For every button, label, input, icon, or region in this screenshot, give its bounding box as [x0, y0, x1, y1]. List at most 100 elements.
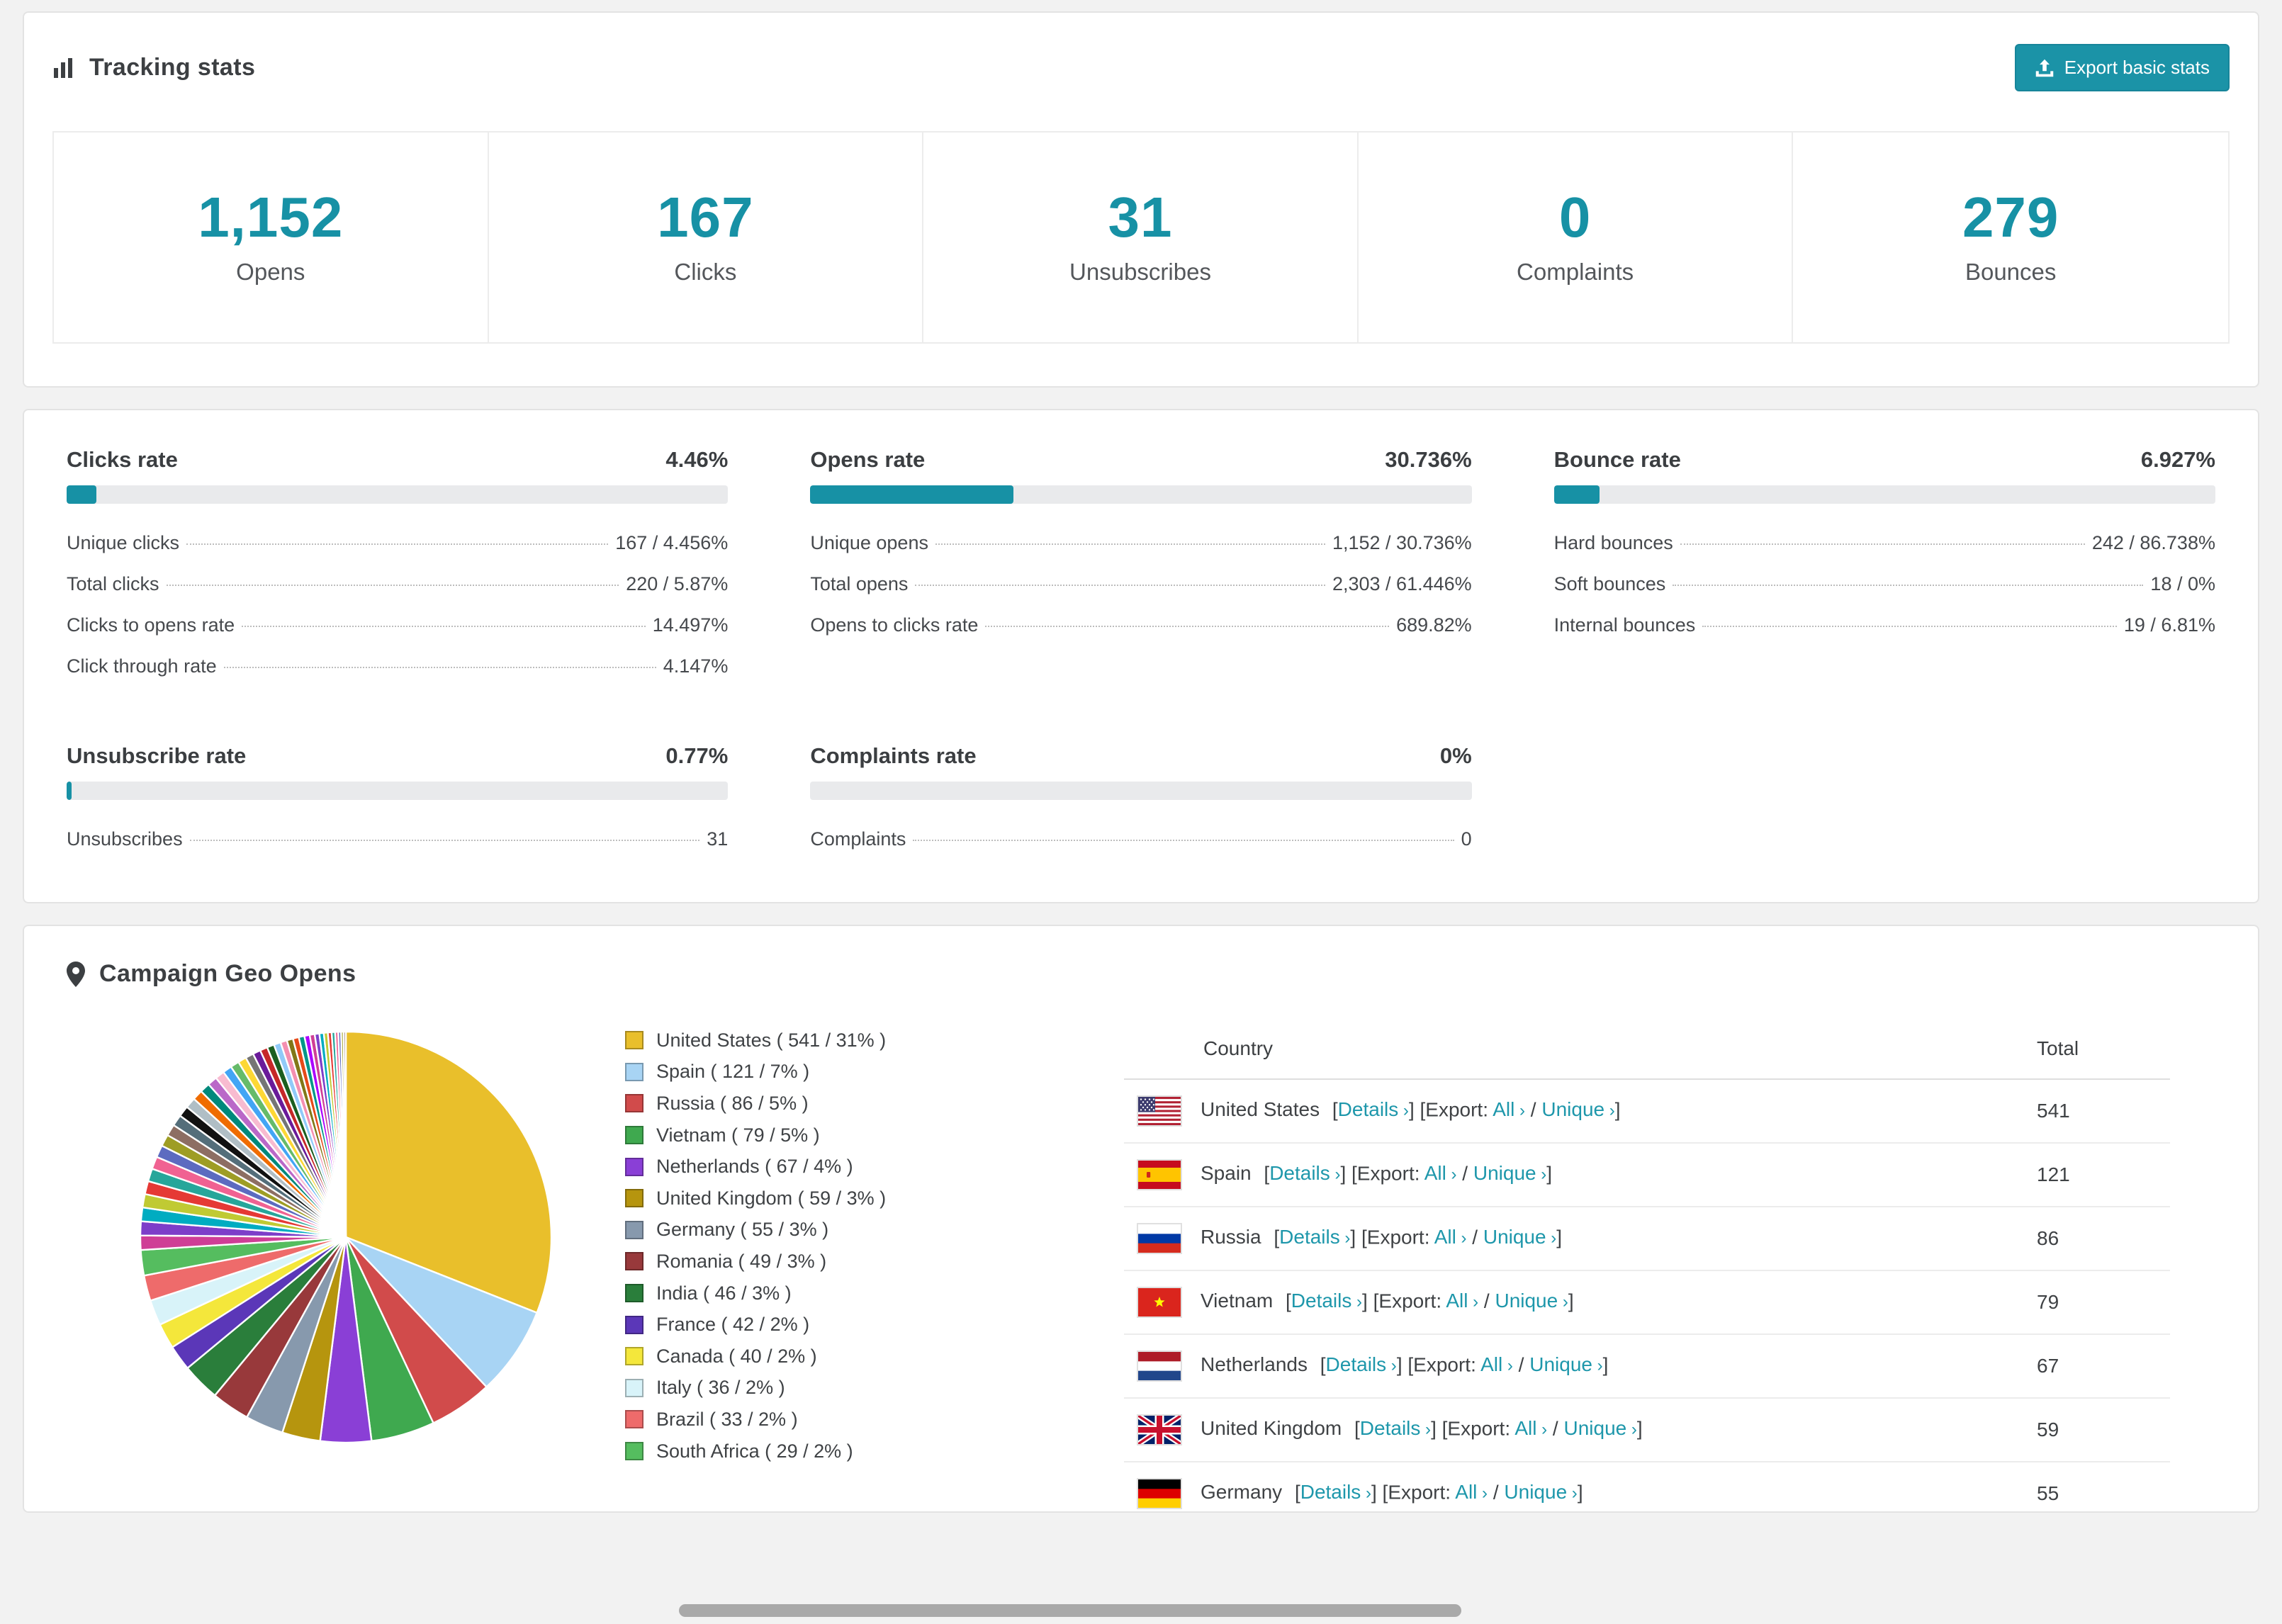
tracking-stats-header: Tracking stats Export basic stats	[24, 13, 2258, 114]
rate-stat-row: Internal bounces 19 / 6.81%	[1554, 604, 2215, 645]
legend-swatch	[625, 1284, 643, 1303]
legend-label: Italy ( 36 / 2% )	[656, 1377, 785, 1399]
country-name: Russia	[1201, 1226, 1261, 1248]
export-unique-link[interactable]: Unique ›	[1495, 1290, 1568, 1312]
dotted-leader	[935, 543, 1325, 545]
details-link[interactable]: Details ›	[1326, 1353, 1397, 1375]
export-all-link[interactable]: All ›	[1493, 1098, 1525, 1120]
export-unique-link[interactable]: Unique ›	[1563, 1417, 1636, 1439]
progress-bar-fill	[67, 782, 72, 800]
country-cell: Netherlands [Details ›] [Export: All › /…	[1124, 1334, 2023, 1399]
details-link[interactable]: Details ›	[1269, 1162, 1340, 1184]
progress-bar	[810, 782, 1472, 800]
rate-stat-row: Opens to clicks rate 689.82%	[810, 604, 1471, 645]
dotted-leader	[223, 667, 656, 668]
legend-swatch	[625, 1220, 643, 1239]
geo-table-row: Russia [Details ›] [Export: All › / Uniq…	[1124, 1207, 2170, 1271]
rate-stat-value: 167 / 4.456%	[615, 532, 729, 553]
legend-label: France ( 42 / 2% )	[656, 1314, 810, 1336]
map-pin-icon	[67, 961, 85, 987]
rate-stat-row: Complaints 0	[810, 818, 1471, 859]
export-all-link[interactable]: All ›	[1446, 1290, 1478, 1312]
total-cell: 59	[2023, 1398, 2170, 1462]
dotted-leader	[242, 626, 646, 627]
stat-value: 279	[1962, 186, 2059, 249]
total-cell: 79	[2023, 1270, 2170, 1335]
rate-stat-value: 689.82%	[1396, 614, 1472, 636]
legend-swatch	[625, 1189, 643, 1208]
rate-stat-row: Unsubscribes 31	[67, 818, 728, 859]
rate-stat-value: 4.147%	[663, 655, 729, 677]
export-all-link[interactable]: All ›	[1514, 1417, 1547, 1439]
details-link[interactable]: Details ›	[1300, 1481, 1371, 1503]
stat-label: Bounces	[1965, 259, 2057, 285]
geo-table-row: Spain [Details ›] [Export: All › / Uniqu…	[1124, 1143, 2170, 1207]
chevron-right-icon: ›	[1330, 1165, 1341, 1185]
export-basic-stats-button[interactable]: Export basic stats	[2014, 44, 2230, 91]
legend-swatch	[625, 1126, 643, 1145]
geo-table: Country Total United States [Details ›] …	[1124, 1019, 2170, 1511]
export-unique-link[interactable]: Unique ›	[1529, 1353, 1602, 1375]
horizontal-scrollbar[interactable]	[679, 1604, 1461, 1617]
legend-item: Netherlands ( 67 / 4% )	[625, 1151, 1124, 1183]
legend-item: Canada ( 40 / 2% )	[625, 1341, 1124, 1372]
country-column-header: Country	[1124, 1019, 2023, 1080]
country-cell: United States [Details ›] [Export: All ›…	[1124, 1079, 2023, 1144]
chevron-right-icon: ›	[1502, 1356, 1513, 1376]
geo-table-header-row: Country Total	[1124, 1019, 2170, 1080]
details-link[interactable]: Details ›	[1338, 1098, 1409, 1120]
export-all-link[interactable]: All ›	[1424, 1162, 1457, 1184]
rate-stat-row: Total clicks 220 / 5.87%	[67, 563, 728, 604]
country-cell: Vietnam [Details ›] [Export: All › / Uni…	[1124, 1270, 2023, 1335]
export-unique-link[interactable]: Unique ›	[1504, 1481, 1577, 1503]
country-name: United States	[1201, 1098, 1320, 1121]
details-link[interactable]: Details ›	[1360, 1417, 1431, 1439]
dotted-leader	[189, 840, 700, 841]
dotted-leader	[186, 543, 609, 545]
rate-stat-value: 18 / 0%	[2150, 573, 2215, 594]
chevron-right-icon: ›	[1420, 1420, 1432, 1440]
details-link[interactable]: Details ›	[1279, 1226, 1350, 1248]
rate-stat-row: Total opens 2,303 / 61.446%	[810, 563, 1471, 604]
export-unique-link[interactable]: Unique ›	[1483, 1226, 1556, 1248]
chevron-right-icon: ›	[1361, 1484, 1371, 1504]
rate-block-unsubscribe-rate: Unsubscribe rate 0.77% Unsubscribes 31	[67, 743, 729, 859]
progress-bar	[67, 782, 729, 800]
rate-stat-label: Soft bounces	[1553, 573, 1666, 594]
rate-title: Bounce rate	[1553, 447, 1681, 472]
rate-stat-value: 19 / 6.81%	[2123, 614, 2215, 636]
legend-swatch	[625, 1252, 643, 1271]
export-all-link[interactable]: All ›	[1434, 1226, 1467, 1248]
stat-value: 0	[1558, 186, 1592, 249]
rate-stat-label: Unique opens	[810, 532, 928, 553]
export-button-label: Export basic stats	[2064, 57, 2210, 78]
total-cell: 86	[2023, 1207, 2170, 1271]
export-label: Export:	[1447, 1417, 1511, 1440]
dotted-leader	[166, 585, 619, 586]
rate-stat-row: Unique clicks 167 / 4.456%	[67, 522, 728, 563]
legend-item: France ( 42 / 2% )	[625, 1309, 1124, 1341]
chevron-right-icon: ›	[1446, 1165, 1457, 1185]
export-label: Export:	[1425, 1098, 1488, 1121]
legend-label: Spain ( 121 / 7% )	[656, 1061, 810, 1083]
country-name: Vietnam	[1201, 1290, 1274, 1312]
geo-body: United States ( 541 / 31% ) Spain ( 121 …	[67, 1019, 2215, 1511]
legend-item: Romania ( 49 / 3% )	[625, 1246, 1124, 1278]
export-unique-link[interactable]: Unique ›	[1473, 1162, 1546, 1184]
progress-bar-fill	[67, 485, 96, 504]
chevron-right-icon: ›	[1604, 1101, 1615, 1121]
export-all-link[interactable]: All ›	[1455, 1481, 1488, 1503]
legend-label: Canada ( 40 / 2% )	[656, 1345, 817, 1367]
legend-swatch	[625, 1031, 643, 1050]
rate-title: Clicks rate	[67, 447, 178, 472]
legend-item: India ( 46 / 3% )	[625, 1278, 1124, 1309]
export-unique-link[interactable]: Unique ›	[1541, 1098, 1614, 1120]
country-cell: Spain [Details ›] [Export: All › / Uniqu…	[1124, 1143, 2023, 1207]
geo-table-row: Germany [Details ›] [Export: All › / Uni…	[1124, 1462, 2170, 1511]
details-link[interactable]: Details ›	[1291, 1290, 1362, 1312]
rate-stat-label: Unsubscribes	[67, 828, 183, 850]
rate-value: 30.736%	[1385, 447, 1472, 472]
legend-swatch	[625, 1094, 643, 1113]
export-all-link[interactable]: All ›	[1480, 1353, 1513, 1375]
dotted-leader	[1702, 626, 2117, 627]
